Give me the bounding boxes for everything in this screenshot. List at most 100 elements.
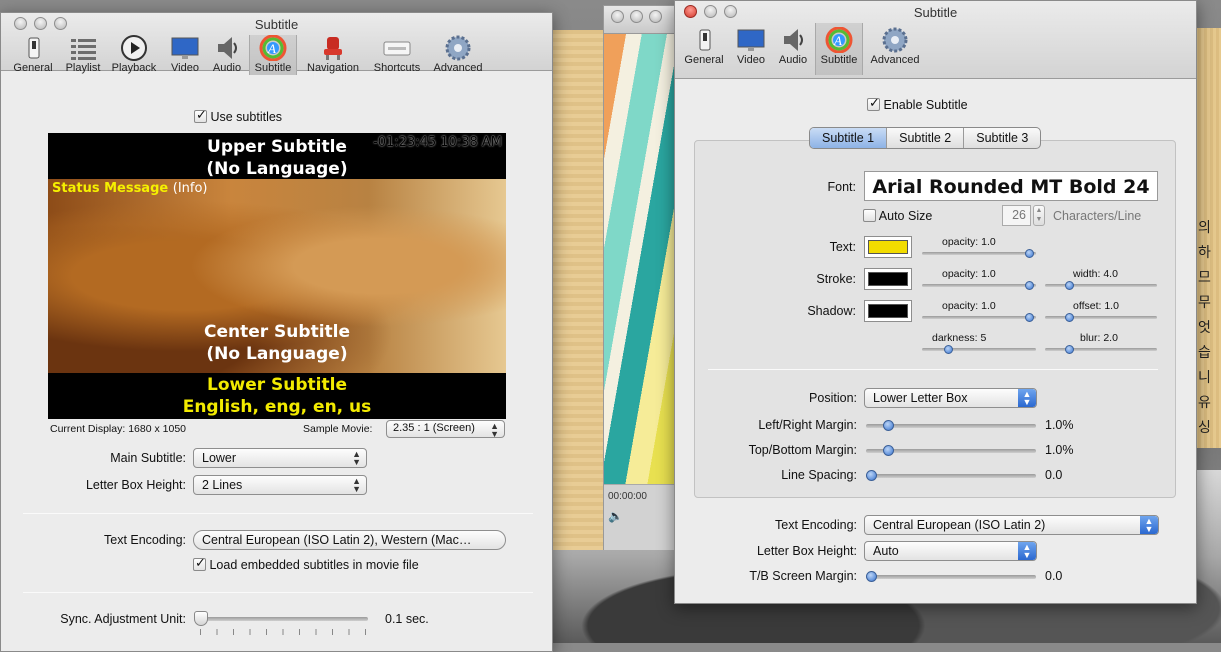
letter-box-label: Letter Box Height: [756,544,857,558]
lower-subtitle-line1: Lower Subtitle [206,375,347,395]
slider-knob[interactable] [1065,345,1074,354]
sample-movie-popup[interactable]: 2.35 : 1 (Screen) ▲ ▼ [386,420,505,438]
text-encoding-button[interactable]: Central European (ISO Latin 2), Western … [193,530,506,550]
shadow-offset-label: offset: 1.0 [1073,300,1119,312]
slider-knob[interactable] [1025,281,1034,290]
text-encoding-label: Text Encoding: [104,533,186,547]
sample-movie-label: Sample Movie: [303,423,373,435]
toolbar-video[interactable]: Video [731,27,771,79]
speaker-icon [779,27,807,53]
slider-knob[interactable] [866,571,877,582]
toolbar-subtitle[interactable]: A Subtitle [815,23,863,75]
line-spacing-slider[interactable] [866,470,1036,481]
desktop-paper-texture [553,30,605,550]
text-color-label: Text: [829,240,856,254]
use-subtitles-checkbox[interactable]: Use subtitles [194,107,282,124]
center-subtitle-line2: (No Language) [206,344,348,364]
slider-ticks [200,629,368,635]
checkbox-box[interactable] [867,95,880,111]
upper-subtitle-line1: Upper Subtitle [207,137,347,157]
checkbox-box[interactable] [194,107,207,123]
svg-text:A: A [267,41,276,56]
slider-knob[interactable] [883,420,894,431]
toolbar-general[interactable]: General [679,27,729,79]
subtitle-preview: -01:23:45 10:38 AM Upper Subtitle (No La… [48,133,506,419]
auto-size-checkbox[interactable]: Auto Size [863,209,932,223]
toolbar-advanced[interactable]: Advanced [867,27,923,79]
load-embedded-checkbox[interactable]: Load embedded subtitles in movie file [193,555,419,572]
toolbar-shortcuts[interactable]: Shortcuts [369,35,425,75]
main-subtitle-popup[interactable]: Lower ▲ ▼ [193,448,367,468]
minimize-button[interactable] [630,10,643,23]
play-icon [120,35,148,61]
toolbar-advanced[interactable]: Advanced [429,35,487,75]
letter-box-height-popup[interactable]: 2 Lines ▲ ▼ [193,475,367,495]
sync-value: 0.1 sec. [385,612,429,626]
letter-box-popup[interactable]: Auto ▲ ▼ [864,541,1037,561]
shadow-blur-slider[interactable] [1045,345,1157,354]
toolbar-navigation[interactable]: Navigation [301,35,365,75]
slider-knob[interactable] [883,445,894,456]
toolbar-audio[interactable]: Audio [207,35,247,75]
chars-per-line-field[interactable]: 26 [1002,205,1031,226]
slider-knob[interactable] [1025,249,1034,258]
tb-margin-value: 1.0% [1045,443,1074,457]
slider-knob[interactable] [1025,313,1034,322]
separator [708,369,1158,370]
movie-titlebar[interactable] [604,6,682,34]
subtitle-tabs: Subtitle 1 Subtitle 2 Subtitle 3 [809,127,1042,149]
stroke-width-slider[interactable] [1045,281,1157,290]
enable-subtitle-checkbox[interactable]: Enable Subtitle [867,95,968,112]
volume-icon[interactable]: 🔈 [608,509,623,523]
chars-stepper-icon[interactable]: ▲ ▼ [1033,205,1045,226]
zoom-button[interactable] [649,10,662,23]
tab-subtitle-3[interactable]: Subtitle 3 [964,128,1040,148]
toolbar-audio[interactable]: Audio [773,27,813,79]
tab-subtitle-2[interactable]: Subtitle 2 [887,128,965,148]
left-titlebar[interactable]: Subtitle General Playlist Playback Video… [1,13,552,75]
font-label: Font: [827,180,857,194]
stroke-opacity-slider[interactable] [922,281,1036,290]
text-color-swatch [868,240,908,254]
movie-frame [604,34,682,484]
left-toolbar: General Playlist Playback Video Audio A … [1,34,552,75]
stroke-color-well[interactable] [864,268,912,290]
font-field[interactable]: Arial Rounded MT Bold 24 [864,171,1158,201]
position-popup[interactable]: Lower Letter Box ▲ ▼ [864,388,1037,408]
toolbar-video[interactable]: Video [165,35,205,75]
shadow-color-well[interactable] [864,300,912,322]
checkbox-box[interactable] [193,555,206,571]
tab-subtitle-1[interactable]: Subtitle 1 [810,128,888,148]
slider-knob[interactable] [1065,313,1074,322]
lr-margin-slider[interactable] [866,420,1036,431]
toolbar-subtitle[interactable]: A Subtitle [249,34,297,75]
text-color-well[interactable] [864,236,912,258]
color-wheel-icon: A [825,26,853,54]
shadow-darkness-slider[interactable] [922,345,1036,354]
toolbar-playlist[interactable]: Playlist [59,35,107,75]
toolbar-playback[interactable]: Playback [109,35,159,75]
text-opacity-label: opacity: 1.0 [942,236,996,248]
letter-box-height-label: Letter Box Height: [85,478,186,492]
text-encoding-popup[interactable]: Central European (ISO Latin 2) ▲ ▼ [864,515,1159,535]
popup-arrows-icon: ▲ ▼ [1140,516,1158,534]
slider-knob[interactable] [1065,281,1074,290]
sync-adjustment-slider[interactable] [194,611,368,626]
slider-knob[interactable] [944,345,953,354]
slider-knob[interactable] [866,470,877,481]
slider-knob[interactable] [194,611,208,626]
text-opacity-slider[interactable] [922,249,1036,258]
screen-margin-slider[interactable] [866,571,1036,582]
right-titlebar[interactable]: Subtitle General Video Audio A Subtitle … [675,1,1196,79]
upper-subtitle-line2: (No Language) [206,159,348,179]
monitor-icon [737,27,765,53]
tb-margin-slider[interactable] [866,445,1036,456]
center-subtitle-line1: Center Subtitle [203,322,351,342]
shadow-opacity-slider[interactable] [922,313,1036,322]
checkbox-box[interactable] [863,209,876,222]
toolbar-general[interactable]: General [9,35,57,75]
gear-icon [444,35,472,61]
shadow-offset-slider[interactable] [1045,313,1157,322]
close-button[interactable] [611,10,624,23]
position-label: Position: [809,391,857,405]
